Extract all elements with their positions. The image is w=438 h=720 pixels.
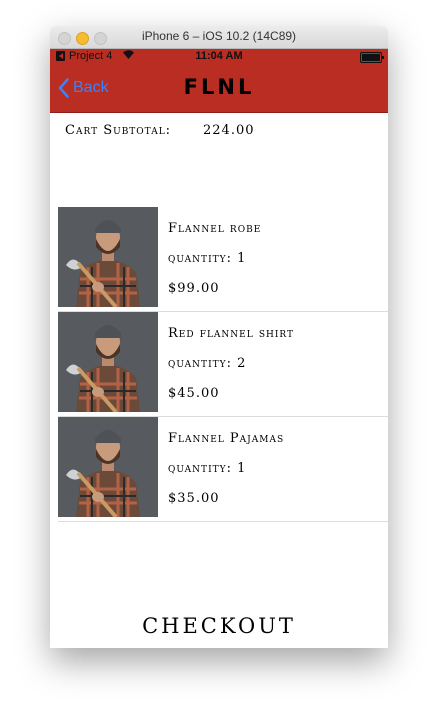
window-title: iPhone 6 – iOS 10.2 (14C89) bbox=[141, 29, 297, 43]
item-name: Red flannel shirt bbox=[168, 326, 295, 341]
subtotal-label: Cart Subtotal: bbox=[65, 123, 172, 138]
row-divider bbox=[58, 521, 388, 522]
item-price: $99.00 bbox=[168, 281, 220, 296]
cart-item[interactable]: Flannel Pajamas quantity: 1 $35.00 bbox=[50, 417, 388, 522]
item-name: Flannel Pajamas bbox=[168, 431, 285, 446]
cart-subtotal: Cart Subtotal: 224.00 bbox=[65, 123, 255, 138]
window-titlebar: iPhone 6 – iOS 10.2 (14C89) bbox=[50, 26, 388, 49]
navigation-bar: Back FLNL bbox=[50, 66, 388, 113]
brand-title: FLNL bbox=[183, 75, 255, 99]
item-quantity: quantity: 2 bbox=[168, 356, 247, 371]
status-bar: Project 4 11:04 AM bbox=[50, 49, 388, 66]
item-quantity: quantity: 1 bbox=[168, 251, 247, 266]
checkout-button[interactable]: CHECKOUT bbox=[50, 614, 388, 638]
status-time: 11:04 AM bbox=[195, 50, 243, 62]
product-image bbox=[58, 207, 158, 307]
battery-icon bbox=[360, 52, 384, 63]
product-image bbox=[58, 417, 158, 517]
item-quantity: quantity: 1 bbox=[168, 461, 247, 476]
item-price: $45.00 bbox=[168, 386, 220, 401]
product-image bbox=[58, 312, 158, 412]
simulator-window: iPhone 6 – iOS 10.2 (14C89) Project 4 11… bbox=[50, 26, 388, 648]
cart-item[interactable]: Flannel robe quantity: 1 $99.00 bbox=[50, 207, 388, 312]
item-price: $35.00 bbox=[168, 491, 220, 506]
item-name: Flannel robe bbox=[168, 221, 262, 236]
subtotal-value: 224.00 bbox=[203, 123, 255, 138]
cart-item[interactable]: Red flannel shirt quantity: 2 $45.00 bbox=[50, 312, 388, 417]
